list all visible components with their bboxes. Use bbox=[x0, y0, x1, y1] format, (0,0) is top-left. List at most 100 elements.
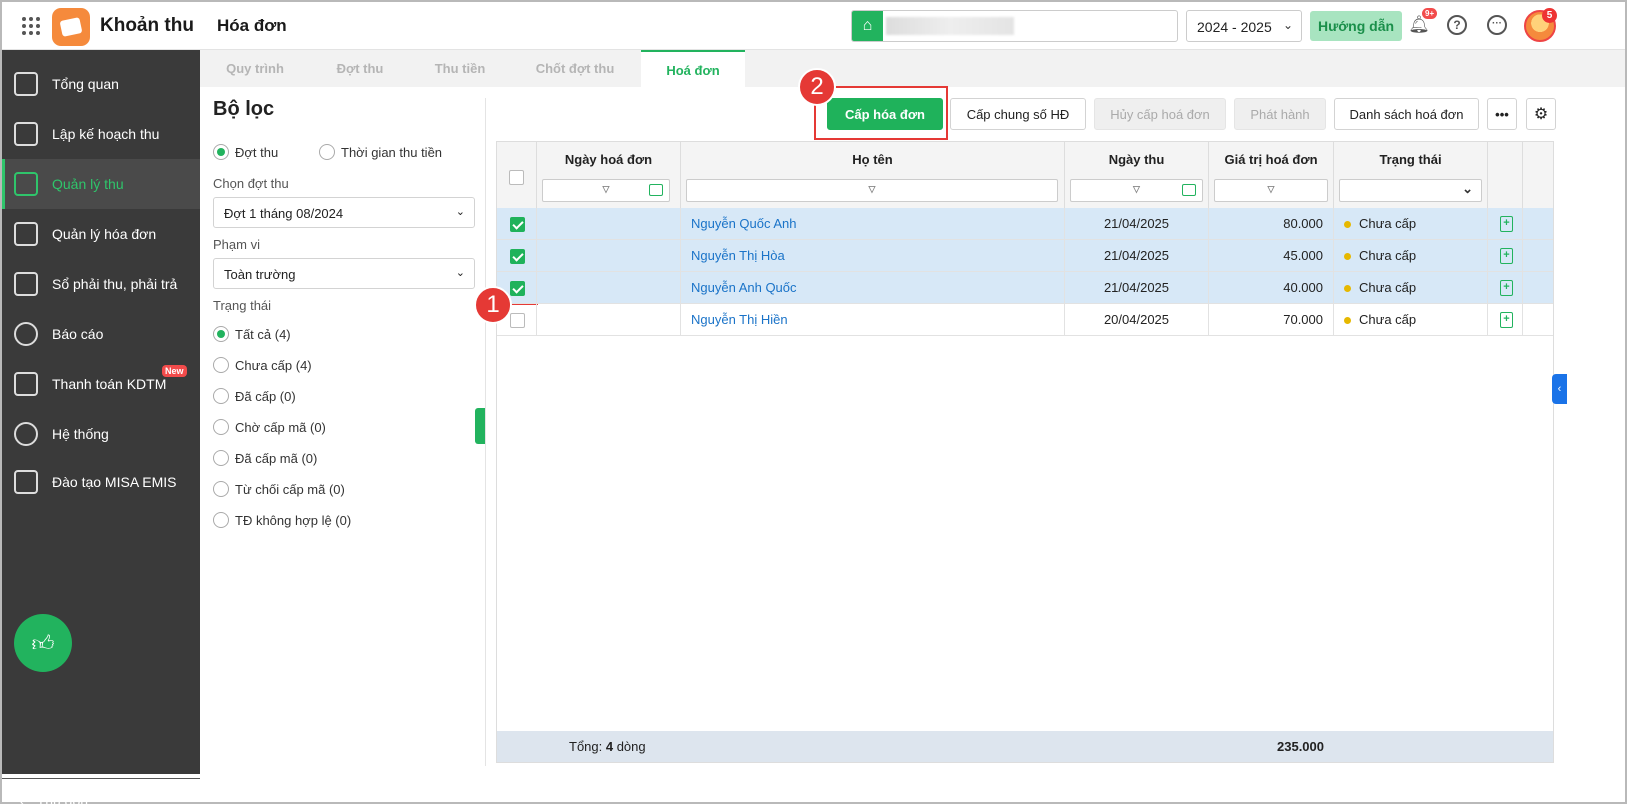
student-name-link[interactable]: Nguyễn Thị Hòa bbox=[691, 248, 785, 263]
collapse-sidebar-button[interactable]: ‹ Thu gọn bbox=[2, 778, 200, 804]
school-year-select[interactable]: 2024 - 2025 ⌄ bbox=[1186, 10, 1302, 42]
tab-process[interactable]: Quy trình bbox=[200, 50, 310, 87]
school-selector[interactable]: ⌂ bbox=[851, 10, 1178, 42]
sidebar-item-training[interactable]: Đào tạo MISA EMIS bbox=[2, 457, 200, 507]
sidebar-item-overview[interactable]: Tổng quan bbox=[2, 59, 200, 109]
footer-total-amount: 235.000 bbox=[1277, 739, 1324, 754]
settings-gear-icon[interactable]: ⚙ bbox=[1526, 98, 1556, 130]
hand-coin-icon bbox=[14, 172, 38, 196]
guide-button[interactable]: Hướng dẫn bbox=[1310, 11, 1402, 41]
cancel-issue-button[interactable]: Hủy cấp hoá đơn bbox=[1094, 98, 1226, 130]
sidebar-item-ledger[interactable]: Sổ phải thu, phải trả bbox=[2, 259, 200, 309]
more-options-button[interactable]: ••• bbox=[1487, 98, 1517, 130]
status-text: Chưa cấp bbox=[1359, 248, 1417, 263]
publish-button[interactable]: Phát hành bbox=[1234, 98, 1326, 130]
calendar-icon[interactable] bbox=[1182, 184, 1196, 196]
radio-label: Đã cấp mã (0) bbox=[235, 450, 318, 466]
help-icon[interactable]: ? bbox=[1446, 14, 1468, 36]
status-option-code-issued[interactable]: Đã cấp mã (0) bbox=[213, 450, 317, 466]
app-grid-icon[interactable] bbox=[22, 17, 40, 35]
new-badge: New bbox=[162, 365, 187, 377]
status-text: Chưa cấp bbox=[1359, 280, 1417, 295]
col-header-label: Ngày thu bbox=[1108, 152, 1165, 167]
table-row[interactable]: Nguyễn Thị Hiền 20/04/2025 70.000 Chưa c… bbox=[497, 304, 1553, 336]
radio-label: Chờ cấp mã (0) bbox=[235, 419, 326, 435]
status-dot bbox=[1344, 253, 1351, 261]
filter-toggle-handle[interactable] bbox=[475, 408, 485, 444]
sidebar-item-label: Lập kế hoạch thu bbox=[52, 126, 160, 142]
issue-document-icon[interactable]: + bbox=[1500, 248, 1513, 264]
table-row[interactable]: Nguyễn Quốc Anh 21/04/2025 80.000 Chưa c… bbox=[497, 208, 1553, 240]
row-checkbox[interactable] bbox=[510, 249, 525, 264]
tab-close-batch[interactable]: Chốt đợt thu bbox=[510, 50, 640, 87]
amount-filter[interactable]: ▽ bbox=[1214, 179, 1328, 202]
status-option-not-issued[interactable]: Chưa cấp (4) bbox=[213, 357, 312, 373]
col-invoice-date: Ngày hoá đơn ▽ bbox=[537, 142, 681, 208]
amount-cell: 80.000 bbox=[1209, 208, 1334, 240]
issue-document-icon[interactable]: + bbox=[1500, 280, 1513, 296]
page-title: Hóa đơn bbox=[217, 16, 287, 35]
thumbs-up-feedback-button[interactable]: 👍︎ bbox=[14, 614, 72, 672]
chevron-down-icon: ⌄ bbox=[1462, 181, 1473, 196]
amount-cell: 45.000 bbox=[1209, 240, 1334, 272]
status-option-all[interactable]: Tất cả (4) bbox=[213, 326, 291, 342]
notification-badge: 9+ bbox=[1422, 8, 1438, 19]
book-icon bbox=[14, 470, 38, 494]
issue-common-number-button[interactable]: Cấp chung số HĐ bbox=[950, 98, 1086, 130]
amount-cell: 40.000 bbox=[1209, 272, 1334, 304]
status-filter[interactable]: ⌄ bbox=[1339, 179, 1482, 202]
row-checkbox[interactable] bbox=[510, 217, 525, 232]
sidebar: Tổng quan Lập kế hoạch thu Quản lý thu Q… bbox=[2, 50, 200, 804]
batch-select[interactable]: Đợt 1 tháng 08/2024 ⌄ bbox=[213, 197, 475, 228]
student-name-link[interactable]: Nguyễn Thị Hiền bbox=[691, 312, 788, 327]
pay-date-filter[interactable]: ▽ bbox=[1070, 179, 1203, 202]
sidebar-item-plan[interactable]: Lập kế hoạch thu bbox=[2, 109, 200, 159]
sidebar-item-label: Quản lý hóa đơn bbox=[52, 226, 157, 242]
status-text: Chưa cấp bbox=[1359, 312, 1417, 327]
tab-collect[interactable]: Thu tiền bbox=[410, 50, 510, 87]
student-name-link[interactable]: Nguyễn Quốc Anh bbox=[691, 216, 797, 231]
sidebar-item-label: Đào tạo MISA EMIS bbox=[52, 474, 177, 490]
radio-by-time[interactable]: Thời gian thu tiền bbox=[319, 144, 442, 160]
table-row[interactable]: Nguyễn Anh Quốc 21/04/2025 40.000 Chưa c… bbox=[497, 272, 1553, 304]
invoice-table: Ngày hoá đơn ▽ Họ tên ▽ Ngày thu ▽ Giá t… bbox=[496, 141, 1554, 763]
sidebar-item-reports[interactable]: Báo cáo bbox=[2, 309, 200, 359]
scope-select[interactable]: Toàn trường ⌄ bbox=[213, 258, 475, 289]
status-option-invalid[interactable]: TĐ không hợp lệ (0) bbox=[213, 512, 351, 528]
radio-circle bbox=[213, 388, 229, 404]
sidebar-item-payment[interactable]: Thanh toán KDTM New bbox=[2, 359, 200, 409]
select-all-checkbox[interactable] bbox=[509, 170, 524, 185]
status-option-code-rejected[interactable]: Từ chối cấp mã (0) bbox=[213, 481, 345, 497]
more-icon[interactable]: ··· bbox=[1486, 14, 1508, 36]
col-pay-date: Ngày thu ▽ bbox=[1065, 142, 1209, 208]
sidebar-item-system[interactable]: Hệ thống bbox=[2, 409, 200, 459]
chevron-down-icon: ⌄ bbox=[455, 267, 465, 279]
tab-invoice[interactable]: Hoá đơn bbox=[641, 50, 745, 87]
radio-label: Đã cấp (0) bbox=[235, 388, 296, 404]
issue-document-icon[interactable]: + bbox=[1500, 216, 1513, 232]
table-row[interactable]: Nguyễn Thị Hòa 21/04/2025 45.000 Chưa cấ… bbox=[497, 240, 1553, 272]
sidebar-item-invoices[interactable]: Quản lý hóa đơn bbox=[2, 209, 200, 259]
chart-bars-icon bbox=[14, 72, 38, 96]
invoice-list-button[interactable]: Danh sách hoá đơn bbox=[1334, 98, 1479, 130]
select-all-header bbox=[497, 142, 537, 208]
right-panel-toggle[interactable]: ‹ bbox=[1552, 374, 1567, 404]
radio-by-batch[interactable]: Đợt thu bbox=[213, 144, 278, 160]
sidebar-item-collection[interactable]: Quản lý thu bbox=[2, 159, 200, 209]
status-option-awaiting-code[interactable]: Chờ cấp mã (0) bbox=[213, 419, 326, 435]
calendar-icon[interactable] bbox=[649, 184, 663, 196]
invoice-date-filter[interactable]: ▽ bbox=[542, 179, 670, 202]
avatar-badge: 5 bbox=[1542, 8, 1557, 23]
app-logo bbox=[52, 8, 90, 46]
radio-label: Từ chối cấp mã (0) bbox=[235, 481, 345, 497]
col-spacer bbox=[1523, 142, 1553, 208]
issue-document-icon[interactable]: + bbox=[1500, 312, 1513, 328]
student-name-link[interactable]: Nguyễn Anh Quốc bbox=[691, 280, 797, 295]
status-option-issued[interactable]: Đã cấp (0) bbox=[213, 388, 296, 404]
pay-date-cell: 21/04/2025 bbox=[1065, 208, 1209, 240]
col-header-label: Giá trị hoá đơn bbox=[1224, 152, 1318, 167]
row-checkbox[interactable] bbox=[510, 313, 525, 328]
name-filter[interactable]: ▽ bbox=[686, 179, 1058, 202]
tab-batch[interactable]: Đợt thu bbox=[310, 50, 410, 87]
row-checkbox[interactable] bbox=[510, 281, 525, 296]
